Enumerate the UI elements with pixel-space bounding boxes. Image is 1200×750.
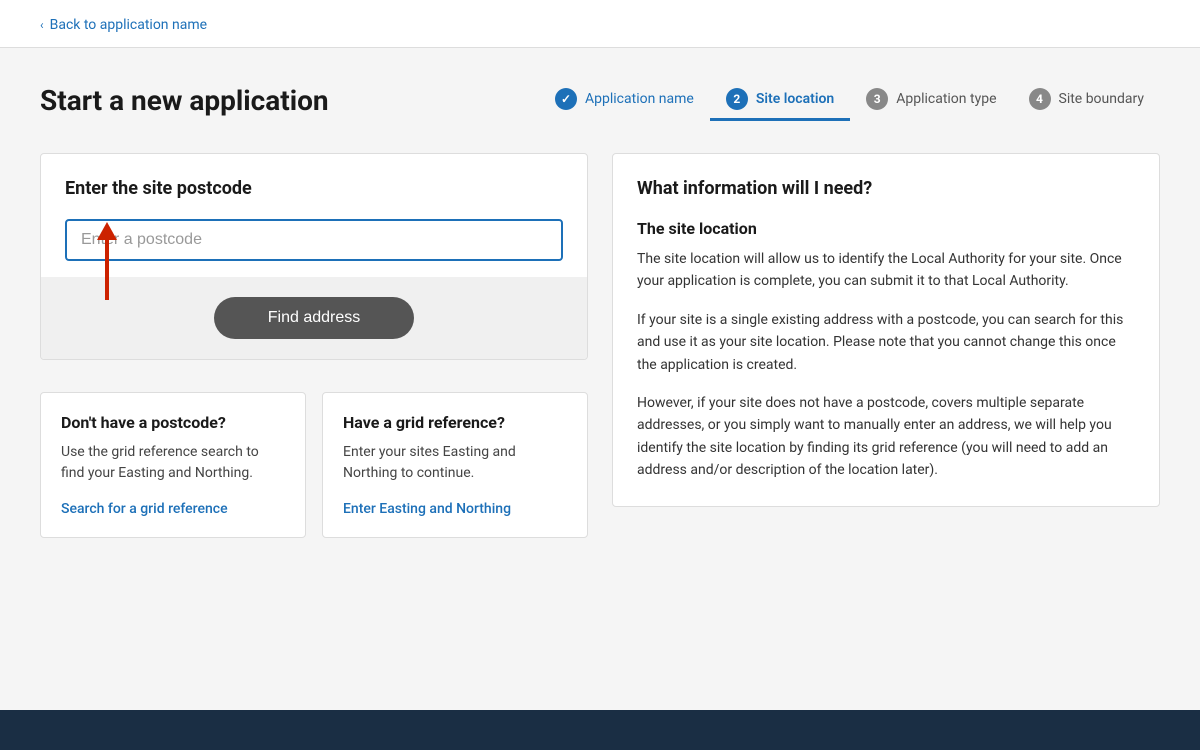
grid-ref-card: Have a grid reference? Enter your sites … — [322, 392, 588, 538]
info-card: What information will I need? The site l… — [612, 153, 1160, 507]
grid-reference-search-link[interactable]: Search for a grid reference — [61, 501, 228, 517]
step-4-number: 4 — [1029, 88, 1051, 110]
postcode-inner: Enter the site postcode — [41, 154, 587, 277]
main-content: Start a new application ✓ Application na… — [0, 48, 1200, 710]
step-2-label: Site location — [756, 91, 834, 107]
step-1-number: ✓ — [555, 88, 577, 110]
postcode-card-title: Enter the site postcode — [65, 178, 563, 199]
info-section-title: The site location — [637, 219, 1135, 238]
chevron-left-icon: ‹ — [40, 18, 44, 32]
footer — [0, 710, 1200, 750]
info-card-title: What information will I need? — [637, 178, 1135, 199]
back-link-label: Back to application name — [50, 17, 207, 33]
no-postcode-description: Use the grid reference search to find yo… — [61, 442, 285, 484]
postcode-input[interactable] — [65, 219, 563, 261]
info-paragraph-1: The site location will allow us to ident… — [637, 248, 1135, 293]
top-nav: ‹ Back to application name — [0, 0, 1200, 48]
step-2-number: 2 — [726, 88, 748, 110]
no-postcode-title: Don't have a postcode? — [61, 413, 285, 432]
bottom-cards: Don't have a postcode? Use the grid refe… — [40, 392, 588, 538]
info-paragraph-2: If your site is a single existing addres… — [637, 309, 1135, 376]
step-site-boundary[interactable]: 4 Site boundary — [1013, 80, 1161, 121]
left-column: Enter the site postcode Find address Don… — [40, 153, 588, 538]
grid-ref-title: Have a grid reference? — [343, 413, 567, 432]
back-link[interactable]: ‹ Back to application name — [40, 17, 207, 33]
no-postcode-card: Don't have a postcode? Use the grid refe… — [40, 392, 306, 538]
step-3-label: Application type — [896, 91, 996, 107]
step-1-label: Application name — [585, 91, 694, 107]
stepper: ✓ Application name 2 Site location 3 App… — [539, 80, 1160, 121]
step-application-type[interactable]: 3 Application type — [850, 80, 1012, 121]
easting-northing-link[interactable]: Enter Easting and Northing — [343, 501, 511, 517]
find-address-area: Find address — [41, 277, 587, 359]
page-header: Start a new application ✓ Application na… — [40, 80, 1160, 121]
step-3-number: 3 — [866, 88, 888, 110]
page-title: Start a new application — [40, 84, 329, 117]
grid-ref-description: Enter your sites Easting and Northing to… — [343, 442, 567, 484]
find-address-button[interactable]: Find address — [214, 297, 414, 339]
info-paragraph-3: However, if your site does not have a po… — [637, 392, 1135, 482]
step-site-location[interactable]: 2 Site location — [710, 80, 850, 121]
step-4-label: Site boundary — [1059, 91, 1145, 107]
content-grid: Enter the site postcode Find address Don… — [40, 153, 1160, 538]
step-application-name[interactable]: ✓ Application name — [539, 80, 710, 121]
postcode-card: Enter the site postcode Find address — [40, 153, 588, 360]
